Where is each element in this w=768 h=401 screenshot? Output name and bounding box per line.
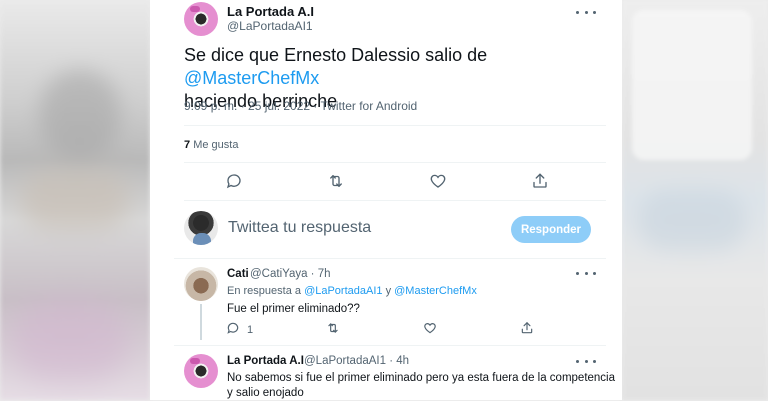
reply-author-name[interactable]: La Portada A.I [227,355,304,367]
tweet-meta[interactable]: 9:09 p. m. · 25 jul. 2022 · Twitter for … [184,99,417,113]
reply-icon[interactable] [226,321,240,335]
share-icon[interactable] [520,321,534,335]
replying-to-prefix: En respuesta a [227,285,305,297]
mention-link[interactable]: @MasterChefMx [394,285,477,297]
retweet-icon[interactable] [326,321,340,335]
like-icon[interactable] [429,172,447,190]
reply-author-avatar[interactable] [184,267,218,301]
reply-count: 1 [247,324,254,336]
replying-to-and: y [382,285,395,297]
divider [184,162,606,163]
reply-icon[interactable] [225,172,243,190]
divider [184,200,606,201]
author-name[interactable]: La Portada A.I [227,4,314,19]
user-avatar[interactable] [184,211,218,245]
more-icon[interactable] [576,354,596,368]
tweet-text-body: Se dice que Ernesto Dalessio salio de [184,45,488,65]
mention-link[interactable]: @LaPortadaAI1 [304,285,382,297]
divider [184,125,606,126]
thread-line [200,304,202,340]
reply-author-handle[interactable]: @CatiYaya · 7h [250,268,331,280]
tweet-card: La Portada A.I @LaPortadaAI1 Se dice que… [150,0,622,400]
more-icon[interactable] [576,266,596,280]
author-avatar[interactable] [184,2,218,36]
reply-input[interactable]: Twittea tu respuesta [228,219,371,237]
reply-text-line-1: No sabemos si fue el primer eliminado pe… [227,372,616,384]
retweet-icon[interactable] [327,172,345,190]
share-icon[interactable] [531,172,549,190]
more-icon[interactable] [576,5,596,19]
reply-author-handle[interactable]: @LaPortadaAI1 · 4h [304,355,409,367]
background-blur-right [622,0,768,400]
reply-text-line-2: y salio enojado [227,387,304,399]
likes-count[interactable]: 7 Me gusta [184,139,238,151]
reply-text: Fue el primer eliminado?? [227,303,360,315]
likes-number: 7 [184,139,191,151]
reply-author-avatar[interactable] [184,354,218,388]
divider [174,345,606,346]
author-handle[interactable]: @LaPortadaAI1 [227,19,313,33]
reply-button[interactable]: Responder [511,216,591,243]
mention-link[interactable]: @MasterChefMx [184,68,319,88]
likes-label: Me gusta [193,139,239,151]
replying-to: En respuesta a @LaPortadaAI1 y @MasterCh… [227,285,477,297]
like-icon[interactable] [423,321,437,335]
reply-author-name[interactable]: Cati [227,268,249,280]
background-blur-left [0,0,150,400]
divider [174,258,606,259]
